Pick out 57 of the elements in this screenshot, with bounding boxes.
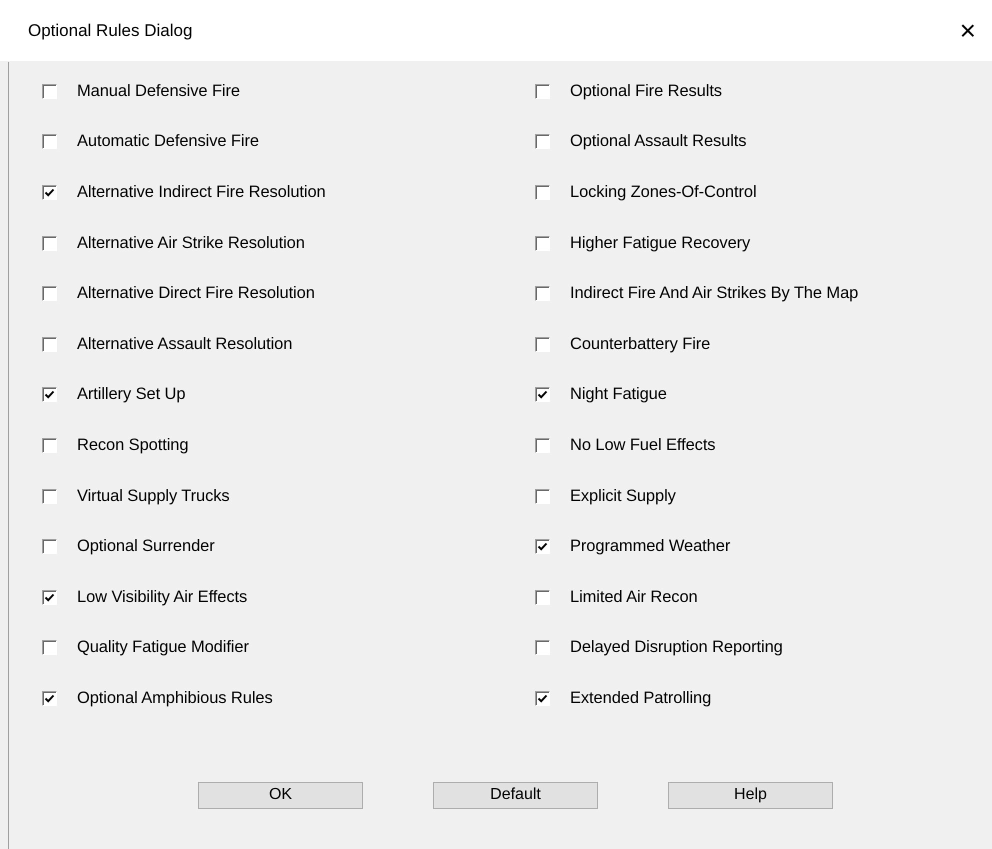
- checkbox-label[interactable]: Optional Amphibious Rules: [77, 688, 273, 708]
- checkbox[interactable]: [42, 84, 57, 99]
- checkbox-label[interactable]: Optional Fire Results: [570, 82, 722, 101]
- checkbox-label[interactable]: Alternative Indirect Fire Resolution: [77, 182, 326, 202]
- checkbox-label[interactable]: Virtual Supply Trucks: [77, 486, 230, 506]
- checkbox-label[interactable]: Explicit Supply: [570, 486, 676, 506]
- dialog-button[interactable]: OK: [198, 782, 363, 809]
- checkbox[interactable]: [535, 690, 550, 706]
- checkbox[interactable]: [535, 84, 550, 99]
- checkbox[interactable]: [42, 590, 57, 605]
- checkbox[interactable]: [42, 134, 57, 150]
- checkbox[interactable]: [535, 336, 550, 352]
- checkbox-label[interactable]: Low Visibility Air Effects: [77, 588, 248, 607]
- checkbox-label[interactable]: Delayed Disruption Reporting: [570, 638, 783, 658]
- checkbox-label[interactable]: Optional Assault Results: [570, 132, 746, 152]
- checkbox-label[interactable]: Locking Zones-Of-Control: [570, 182, 757, 202]
- checkbox-label[interactable]: Limited Air Recon: [570, 588, 698, 607]
- checkbox-label[interactable]: Counterbattery Fire: [570, 334, 710, 354]
- checkbox[interactable]: [42, 387, 57, 402]
- checkbox[interactable]: [535, 134, 550, 150]
- checkbox[interactable]: [42, 236, 57, 251]
- checkbox[interactable]: [535, 488, 550, 504]
- checkbox-label[interactable]: No Low Fuel Effects: [570, 436, 716, 455]
- checkbox-label[interactable]: Extended Patrolling: [570, 688, 712, 708]
- checkbox-label[interactable]: Quality Fatigue Modifier: [77, 638, 249, 658]
- checkbox[interactable]: [42, 336, 57, 352]
- checkbox-label[interactable]: Artillery Set Up: [77, 385, 186, 404]
- checkbox[interactable]: [42, 286, 57, 302]
- checkbox[interactable]: [535, 387, 550, 402]
- dialog-button[interactable]: Help: [668, 782, 833, 809]
- checkbox-label[interactable]: Programmed Weather: [570, 537, 730, 556]
- checkbox[interactable]: [535, 236, 550, 251]
- checkbox-label[interactable]: Recon Spotting: [77, 436, 188, 455]
- checkbox[interactable]: [535, 184, 550, 200]
- checkbox-label[interactable]: Optional Surrender: [77, 537, 215, 556]
- checkbox[interactable]: [42, 184, 57, 200]
- close-icon[interactable]: ×: [956, 16, 980, 44]
- checkbox[interactable]: [42, 640, 57, 656]
- checkbox[interactable]: [535, 640, 550, 656]
- checkbox[interactable]: [535, 590, 550, 605]
- checkbox[interactable]: [42, 488, 57, 504]
- checkbox[interactable]: [535, 286, 550, 302]
- checkbox-label[interactable]: Night Fatigue: [570, 385, 667, 404]
- checkbox-label[interactable]: Indirect Fire And Air Strikes By The Map: [570, 284, 858, 304]
- checkbox-label[interactable]: Alternative Direct Fire Resolution: [77, 284, 315, 304]
- checkbox-label[interactable]: Manual Defensive Fire: [77, 82, 240, 101]
- checkbox-label[interactable]: Higher Fatigue Recovery: [570, 234, 750, 253]
- dialog-button[interactable]: Default: [433, 782, 598, 809]
- checkbox[interactable]: [42, 690, 57, 706]
- checkbox[interactable]: [42, 438, 57, 453]
- checkbox-label[interactable]: Automatic Defensive Fire: [77, 132, 259, 152]
- checkbox[interactable]: [535, 438, 550, 453]
- checkbox[interactable]: [535, 539, 550, 554]
- window-title: Optional Rules Dialog: [28, 20, 192, 40]
- checkbox-label[interactable]: Alternative Assault Resolution: [77, 334, 292, 354]
- checkbox-label[interactable]: Alternative Air Strike Resolution: [77, 234, 305, 253]
- checkbox[interactable]: [42, 539, 57, 554]
